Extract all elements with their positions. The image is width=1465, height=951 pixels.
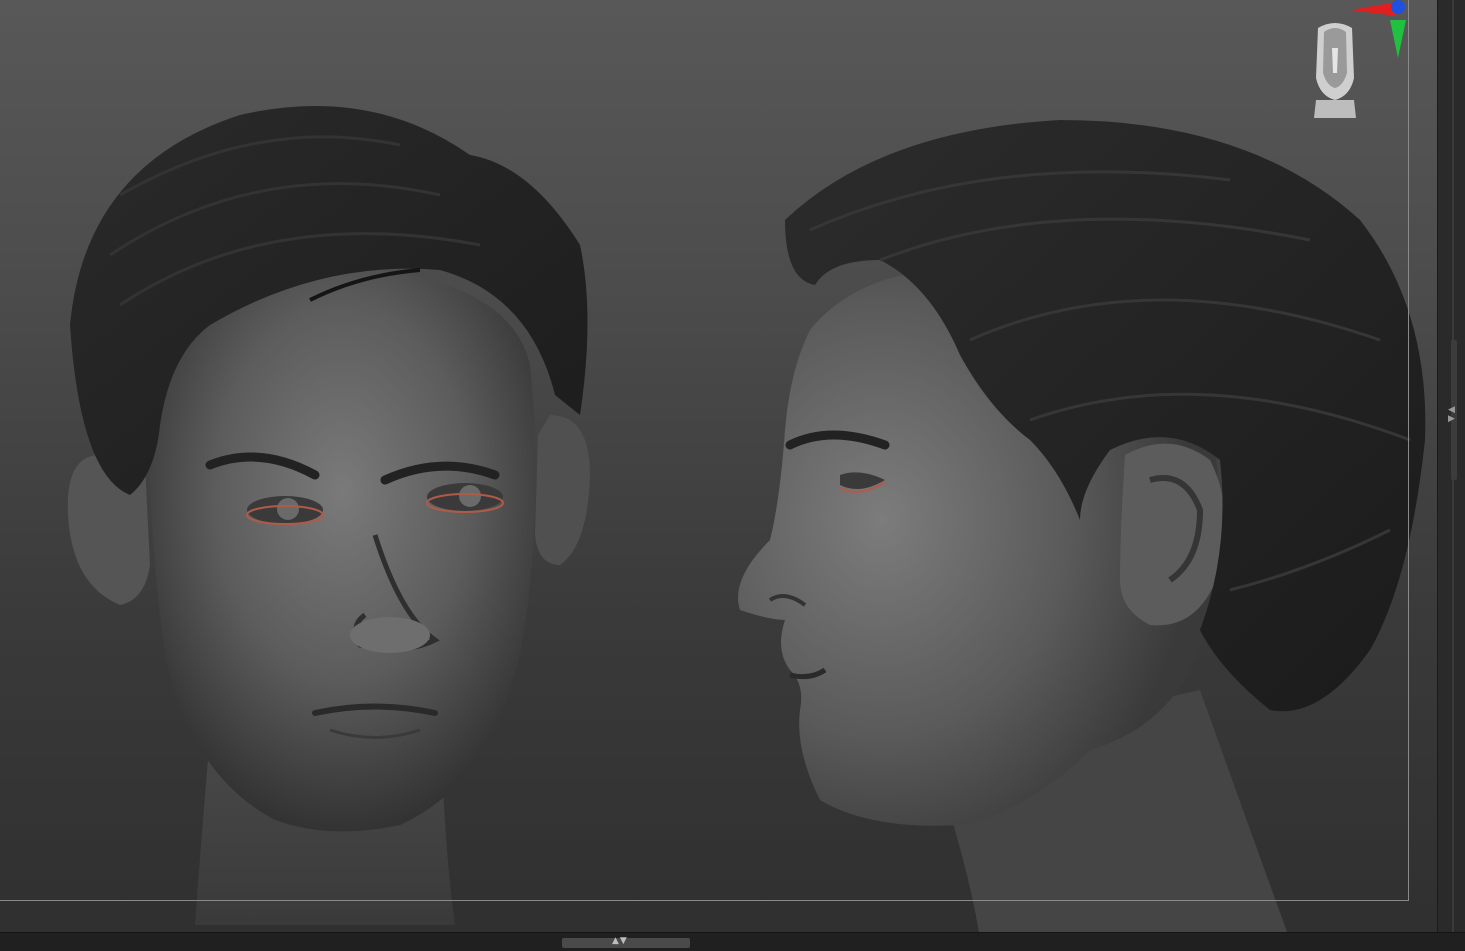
viewport-frame-bottom bbox=[0, 900, 1409, 901]
viewport-frame-right bbox=[1408, 0, 1409, 900]
front-head-sculpt[interactable] bbox=[60, 95, 600, 935]
axis-gizmo-icon[interactable] bbox=[1346, 0, 1410, 62]
dock-collapse-arrows-icon[interactable]: ◀ ▶ bbox=[1448, 406, 1455, 424]
bottom-tray bbox=[0, 932, 1465, 951]
profile-head-sculpt[interactable] bbox=[730, 110, 1440, 940]
document-canvas[interactable] bbox=[0, 0, 1465, 950]
bottom-tray-arrows-icon[interactable]: ▲▼ bbox=[612, 936, 628, 946]
